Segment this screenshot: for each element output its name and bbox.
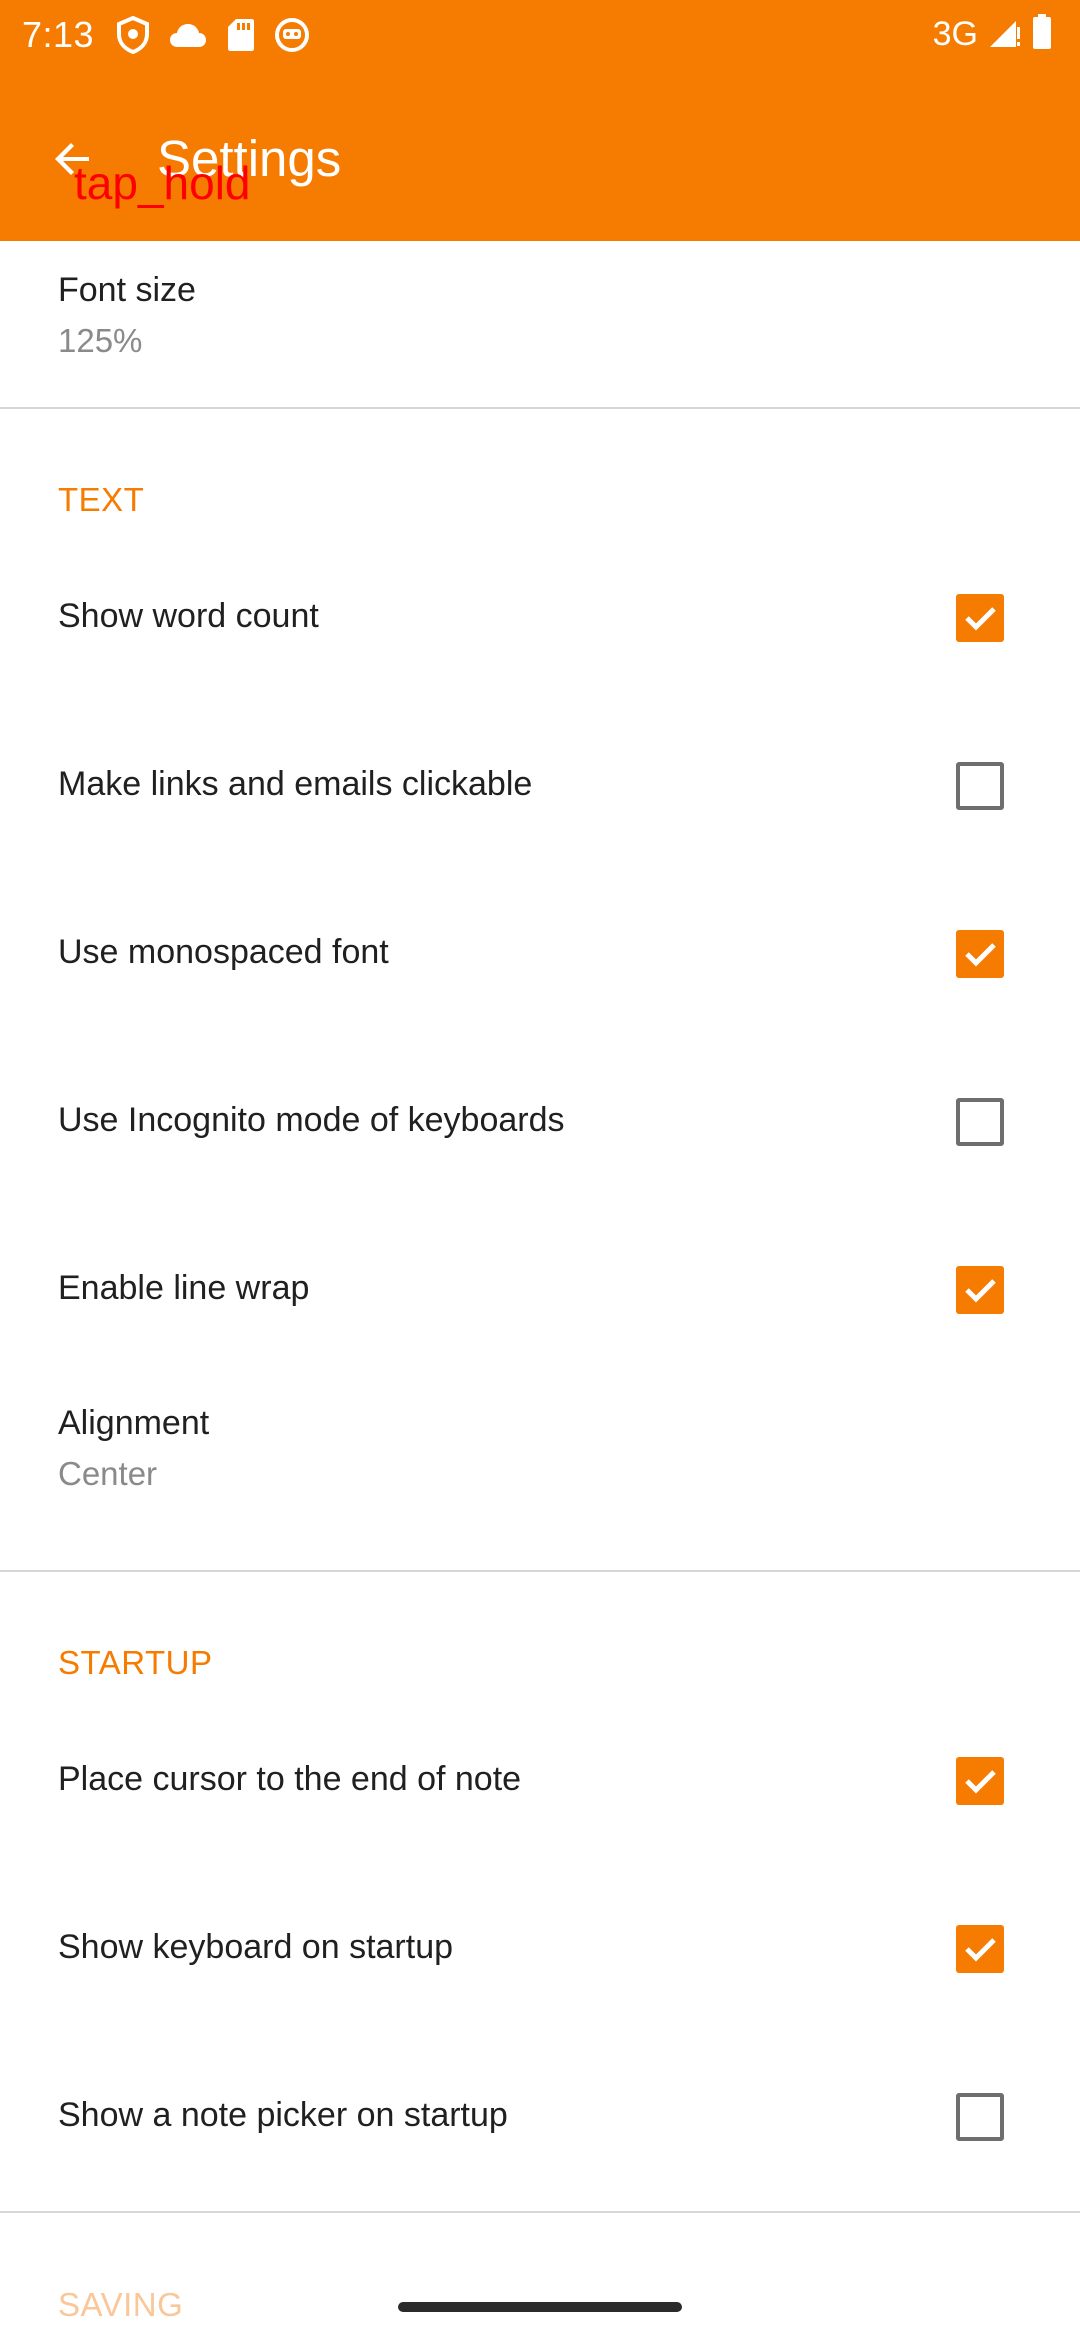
pref-cursor-end-title: Place cursor to the end of note	[58, 1760, 522, 1798]
pref-font-size-title: Font size	[58, 271, 196, 309]
links-clickable-checkbox[interactable]	[956, 762, 1004, 810]
pref-show-word-count-title: Show word count	[58, 597, 319, 635]
divider	[0, 407, 1080, 409]
category-text: TEXT	[58, 481, 145, 518]
pref-keyboard-startup-title: Show keyboard on startup	[58, 1928, 454, 1966]
signal-icon	[988, 15, 1022, 54]
status-icons-right: 3G	[933, 14, 1052, 55]
cloud-icon	[168, 19, 208, 51]
gesture-nav-handle[interactable]	[398, 2302, 682, 2312]
sd-card-icon	[226, 17, 256, 53]
pref-monospaced-font[interactable]: Use monospaced font	[0, 870, 1080, 1038]
pref-show-word-count[interactable]: Show word count	[0, 534, 1080, 702]
pref-monospaced-font-title: Use monospaced font	[58, 933, 389, 971]
pref-alignment-summary: Center	[58, 1455, 158, 1492]
status-bar: 7:13 3G	[0, 0, 1080, 72]
status-icons-left	[116, 16, 310, 54]
keyboard-startup-checkbox[interactable]	[956, 1925, 1004, 1973]
pref-note-picker-startup[interactable]: Show a note picker on startup	[0, 2033, 1080, 2201]
pref-alignment[interactable]: Alignment Center	[0, 1374, 1080, 1542]
pref-line-wrap-title: Enable line wrap	[58, 1269, 310, 1307]
pref-line-wrap[interactable]: Enable line wrap	[0, 1206, 1080, 1374]
divider	[0, 1570, 1080, 1572]
category-startup: STARTUP	[58, 1644, 213, 1681]
pref-cursor-end[interactable]: Place cursor to the end of note	[0, 1697, 1080, 1865]
robot-icon	[274, 17, 310, 53]
pref-incognito-keyboard-title: Use Incognito mode of keyboards	[58, 1101, 565, 1139]
pref-alignment-title: Alignment	[58, 1404, 210, 1442]
monospaced-font-checkbox[interactable]	[956, 930, 1004, 978]
pref-links-clickable-title: Make links and emails clickable	[58, 765, 533, 803]
cursor-end-checkbox[interactable]	[956, 1757, 1004, 1805]
network-type: 3G	[932, 15, 978, 53]
line-wrap-checkbox[interactable]	[956, 1266, 1004, 1314]
category-saving: SAVING	[58, 2286, 184, 2323]
pref-incognito-keyboard[interactable]: Use Incognito mode of keyboards	[0, 1038, 1080, 1206]
shield-icon	[116, 16, 150, 54]
status-time: 7:13	[22, 14, 95, 55]
pref-font-size[interactable]: Font size 125%	[0, 241, 1080, 407]
divider	[0, 2211, 1080, 2213]
pref-keyboard-startup[interactable]: Show keyboard on startup	[0, 1865, 1080, 2033]
pref-links-clickable[interactable]: Make links and emails clickable	[0, 702, 1080, 870]
pref-note-picker-startup-title: Show a note picker on startup	[58, 2096, 508, 2134]
pref-font-size-summary: 125%	[58, 322, 143, 359]
incognito-keyboard-checkbox[interactable]	[956, 1098, 1004, 1146]
settings-screen: 7:13 3G Settings tap_hold Font size 125%…	[0, 0, 1080, 2340]
show-word-count-checkbox[interactable]	[956, 594, 1004, 642]
battery-icon	[1032, 14, 1052, 55]
gesture-overlay-label: tap_hold	[74, 157, 251, 209]
note-picker-startup-checkbox[interactable]	[956, 2093, 1004, 2141]
